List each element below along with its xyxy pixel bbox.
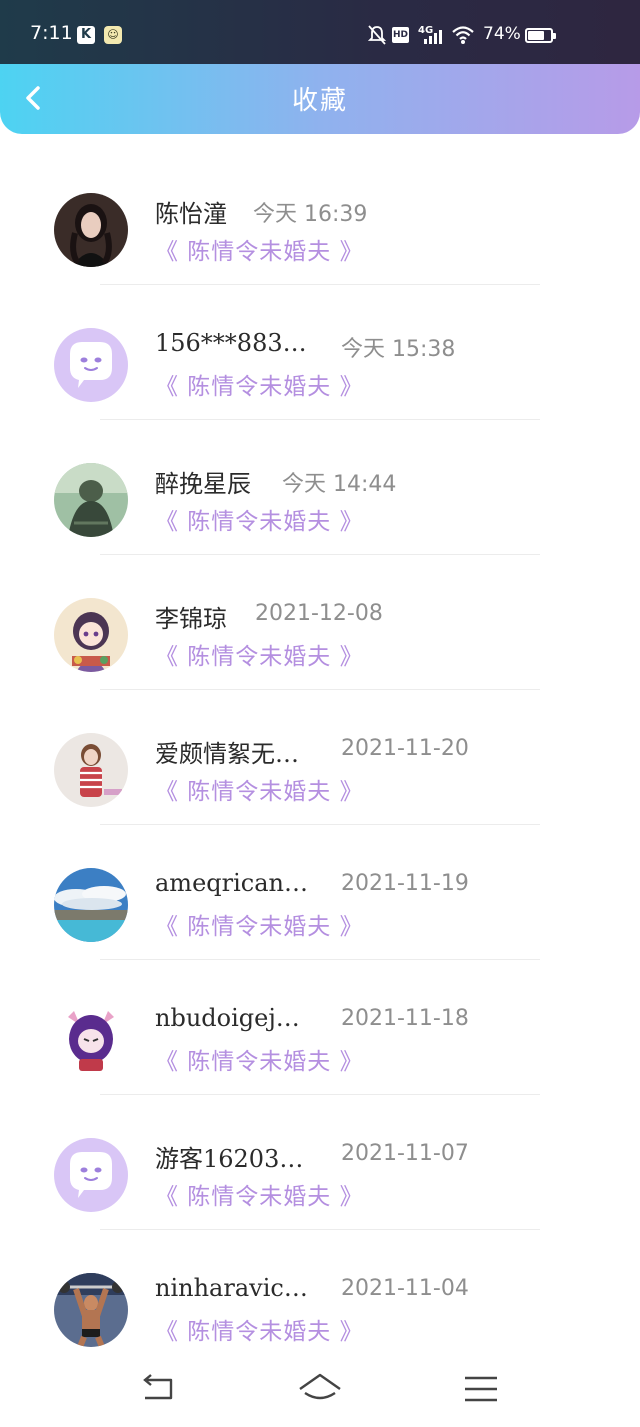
face-app-icon: ☺	[104, 26, 122, 44]
avatar[interactable]	[54, 1273, 128, 1347]
favorite-time: 2021-11-18	[341, 1006, 469, 1031]
novel-title[interactable]: 《 陈情令未婚夫 》	[155, 1312, 364, 1346]
avatar[interactable]	[54, 1138, 128, 1212]
favorite-time: 2021-11-19	[341, 871, 469, 896]
system-nav-bar	[0, 1355, 640, 1427]
user-name: ninharavic…	[155, 1274, 308, 1302]
status-time: 7:11	[30, 22, 73, 44]
user-name: 李锦琼	[155, 605, 227, 633]
home-nav-button[interactable]	[298, 1371, 342, 1407]
status-bar: 7:11 K ☺ HD 4G 74%	[0, 0, 640, 64]
avatar[interactable]	[54, 193, 128, 267]
novel-title[interactable]: 《 陈情令未婚夫 》	[155, 1042, 364, 1076]
favorite-item[interactable]: ninharavic… 2021-11-04 《 陈情令未婚夫 》	[0, 1230, 640, 1365]
favorite-time: 2021-11-07	[341, 1141, 469, 1166]
favorite-item[interactable]: 李锦琼 2021-12-08 《 陈情令未婚夫 》	[0, 555, 640, 690]
avatar[interactable]	[54, 1003, 128, 1077]
favorite-time: 今天 15:38	[341, 337, 456, 362]
user-name: 爱颇情絮无…	[155, 740, 299, 768]
user-name: ameqrican…	[155, 869, 308, 897]
novel-title[interactable]: 《 陈情令未婚夫 》	[155, 772, 364, 806]
battery-percent: 74%	[483, 24, 521, 44]
user-name: 醉挽星辰	[155, 470, 251, 498]
novel-title[interactable]: 《 陈情令未婚夫 》	[155, 232, 364, 266]
user-name: 陈怡潼	[155, 200, 227, 228]
page-title: 收藏	[291, 86, 348, 116]
battery-fill	[528, 31, 545, 40]
favorite-time: 今天 14:44	[282, 472, 397, 497]
novel-title[interactable]: 《 陈情令未婚夫 》	[155, 367, 364, 401]
user-name: nbudoigej…	[155, 1004, 300, 1032]
home-nav-icon	[299, 1373, 341, 1400]
favorite-time: 2021-11-20	[341, 736, 469, 761]
hd-icon: HD	[392, 27, 409, 43]
header-bar: 收藏	[0, 64, 640, 134]
favorite-item[interactable]: 爱颇情絮无… 2021-11-20 《 陈情令未婚夫 》	[0, 690, 640, 825]
favorite-item[interactable]: 醉挽星辰 今天 14:44 《 陈情令未婚夫 》	[0, 420, 640, 555]
novel-title[interactable]: 《 陈情令未婚夫 》	[155, 1177, 364, 1211]
favorite-time: 2021-12-08	[255, 601, 383, 626]
k-app-icon: K	[77, 26, 95, 44]
favorite-time: 2021-11-04	[341, 1276, 469, 1301]
user-name: 游客16203…	[155, 1145, 304, 1173]
battery-icon	[525, 28, 553, 43]
avatar[interactable]	[54, 868, 128, 942]
avatar[interactable]	[54, 733, 128, 807]
novel-title[interactable]: 《 陈情令未婚夫 》	[155, 907, 364, 941]
menu-nav-button[interactable]	[459, 1371, 503, 1407]
favorite-item[interactable]: 游客16203… 2021-11-07 《 陈情令未婚夫 》	[0, 1095, 640, 1230]
back-nav-button[interactable]	[137, 1371, 181, 1407]
favorite-item[interactable]: 156***883… 今天 15:38 《 陈情令未婚夫 》	[0, 285, 640, 420]
favorite-time: 今天 16:39	[253, 202, 368, 227]
novel-title[interactable]: 《 陈情令未婚夫 》	[155, 502, 364, 536]
avatar[interactable]	[54, 463, 128, 537]
wifi-icon	[452, 24, 474, 46]
favorite-item[interactable]: nbudoigej… 2021-11-18 《 陈情令未婚夫 》	[0, 960, 640, 1095]
user-name: 156***883…	[155, 329, 307, 357]
battery-tip	[553, 33, 556, 39]
menu-nav-icon	[465, 1376, 497, 1402]
novel-title[interactable]: 《 陈情令未婚夫 》	[155, 637, 364, 671]
favorite-item[interactable]: ameqrican… 2021-11-19 《 陈情令未婚夫 》	[0, 825, 640, 960]
avatar[interactable]	[54, 598, 128, 672]
bell-muted-icon	[367, 24, 387, 46]
back-nav-icon	[143, 1374, 173, 1400]
avatar[interactable]	[54, 328, 128, 402]
favorite-item[interactable]: 陈怡潼 今天 16:39 《 陈情令未婚夫 》	[0, 150, 640, 285]
